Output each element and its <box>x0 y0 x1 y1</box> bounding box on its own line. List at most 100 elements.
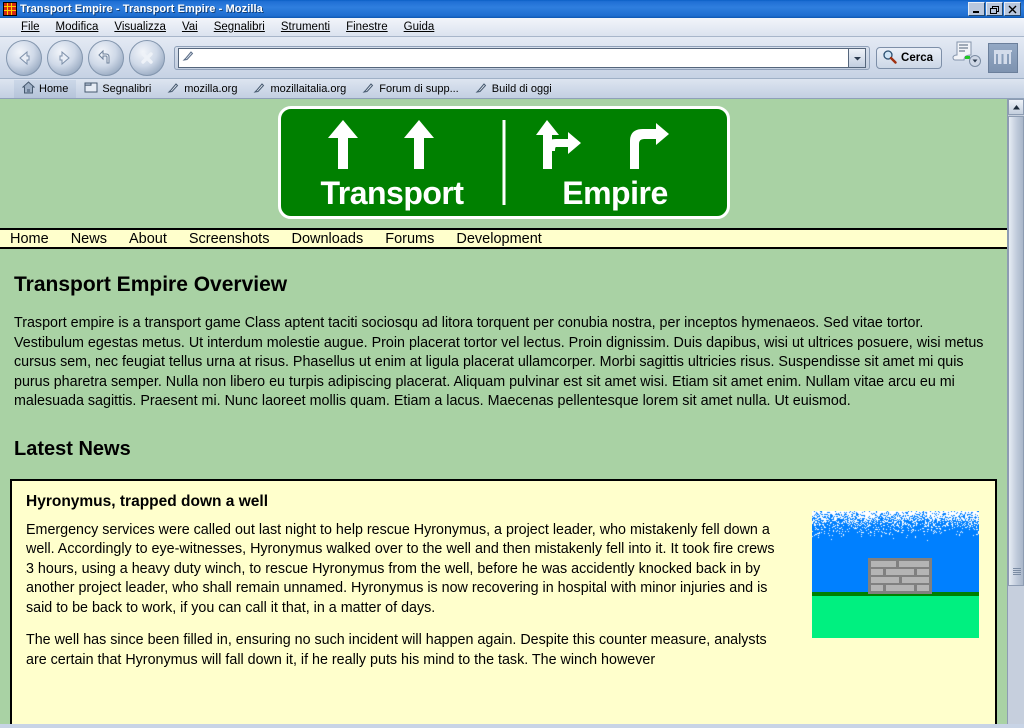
arrow-fork-up-right-icon <box>534 119 584 174</box>
site-navigation: Home News About Screenshots Downloads Fo… <box>0 228 1007 249</box>
bookmark-home[interactable]: Home <box>14 80 76 98</box>
menu-file-label: File <box>21 21 40 33</box>
close-button[interactable] <box>1004 2 1021 16</box>
bookmark-mozillaitalia-org[interactable]: mozillaitalia.org <box>245 81 354 97</box>
bookmark-segnalibri[interactable]: Segnalibri <box>76 81 159 96</box>
magnifier-icon <box>882 49 897 67</box>
stop-icon <box>137 48 157 68</box>
menu-segnalibri-label: Segnalibri <box>214 21 265 33</box>
sitenav-item-news[interactable]: News <box>71 231 121 247</box>
menu-segnalibri[interactable]: Segnalibri <box>207 20 272 34</box>
sign-left-label: Transport <box>281 175 504 212</box>
arrow-up-icon <box>325 119 361 174</box>
sitenav-item-downloads[interactable]: Downloads <box>291 231 377 247</box>
menu-vai-label: Vai <box>182 21 198 33</box>
site-banner: Transport Empire <box>0 99 1007 219</box>
window-controls <box>968 2 1022 16</box>
chevron-down-icon <box>853 49 862 67</box>
window-title: Transport Empire - Transport Empire - Mo… <box>20 3 263 15</box>
menu-finestre[interactable]: Finestre <box>339 20 395 34</box>
news-article-title: Hyronymus, trapped down a well <box>26 493 981 511</box>
menu-modifica-label: Modifica <box>56 21 99 33</box>
arrow-up-icon <box>401 119 437 174</box>
bookmark-mozillaitalia-org-label: mozillaitalia.org <box>270 83 346 95</box>
bookmark-build-di-oggi[interactable]: Build di oggi <box>467 81 560 97</box>
vertical-scrollbar[interactable] <box>1007 99 1024 724</box>
mozilla-logo-icon[interactable] <box>988 43 1018 73</box>
menu-visualizza[interactable]: Visualizza <box>107 20 173 34</box>
print-button[interactable] <box>950 42 984 74</box>
scrollbar-thumb[interactable] <box>1008 116 1024 586</box>
back-arrow-icon <box>14 48 34 68</box>
mozilla-app-icon[interactable] <box>3 2 17 16</box>
menu-visualizza-label: Visualizza <box>114 21 166 33</box>
road-sign-logo[interactable]: Transport Empire <box>278 106 730 219</box>
sign-right-arrows <box>504 109 727 171</box>
sign-right-label: Empire <box>504 175 727 212</box>
bookmark-segnalibri-label: Segnalibri <box>102 83 151 95</box>
sign-left-arrows <box>281 109 504 171</box>
latest-news-heading: Latest News <box>14 438 993 461</box>
menu-finestre-label: Finestre <box>346 21 388 33</box>
reload-button[interactable] <box>88 40 124 76</box>
restore-button[interactable] <box>986 2 1003 16</box>
menu-strumenti[interactable]: Strumenti <box>274 20 337 34</box>
page-title: Transport Empire Overview <box>14 273 993 297</box>
search-button[interactable]: Cerca <box>876 47 942 69</box>
url-input[interactable] <box>198 50 848 66</box>
web-page: Transport Empire Home News About Screens… <box>0 99 1007 724</box>
bookmark-home-label: Home <box>39 83 68 95</box>
navigation-toolbar: Cerca <box>0 37 1024 79</box>
news-article-paragraph-1: Emergency services were called out last … <box>26 521 776 619</box>
well-structure <box>868 558 932 594</box>
sitenav-item-about[interactable]: About <box>129 231 181 247</box>
bookmark-forum-supporto[interactable]: Forum di supp... <box>354 81 466 97</box>
menu-vai[interactable]: Vai <box>175 20 205 34</box>
forward-button[interactable] <box>47 40 83 76</box>
sign-left-half: Transport <box>281 109 504 216</box>
sitenav-item-screenshots[interactable]: Screenshots <box>189 231 284 247</box>
stop-button[interactable] <box>129 40 165 76</box>
forward-arrow-icon <box>55 48 75 68</box>
menu-guida[interactable]: Guida <box>397 20 442 34</box>
menu-file[interactable]: File <box>14 20 47 34</box>
scrollbar-grip <box>1013 568 1021 575</box>
reload-icon <box>96 48 116 68</box>
page-icon <box>182 49 195 67</box>
bookmark-mozilla-org-label: mozilla.org <box>184 83 237 95</box>
folder-icon <box>84 81 98 96</box>
bookmark-icon <box>167 81 180 97</box>
sign-right-half: Empire <box>504 109 727 216</box>
pixel-art-well-illustration <box>812 511 979 638</box>
bookmark-icon <box>362 81 375 97</box>
url-dropdown-button[interactable] <box>848 48 866 68</box>
bookmark-mozilla-org[interactable]: mozilla.org <box>159 81 245 97</box>
sitenav-item-home[interactable]: Home <box>10 231 63 247</box>
bookmark-build-di-oggi-label: Build di oggi <box>492 83 552 95</box>
sitenav-item-development[interactable]: Development <box>456 231 555 247</box>
menu-strumenti-label: Strumenti <box>281 21 330 33</box>
bookmark-forum-supporto-label: Forum di supp... <box>379 83 458 95</box>
url-bar[interactable] <box>178 48 848 68</box>
arrow-turn-right-icon <box>626 123 670 174</box>
overview-paragraph: Trasport empire is a transport game Clas… <box>14 314 993 412</box>
home-icon <box>22 81 35 97</box>
minimize-button[interactable] <box>968 2 985 16</box>
url-bar-container <box>174 46 870 70</box>
browser-viewport: Transport Empire Home News About Screens… <box>0 99 1024 724</box>
bookmark-icon <box>253 81 266 97</box>
menu-bar: File Modifica Visualizza Vai Segnalibri … <box>0 18 1024 37</box>
sky-noise <box>812 511 979 543</box>
news-article-box: Hyronymus, trapped down a well Emergency… <box>10 479 997 725</box>
news-article-paragraph-2: The well has since been filled in, ensur… <box>26 631 776 670</box>
print-icon <box>951 39 983 74</box>
sitenav-item-forums[interactable]: Forums <box>385 231 448 247</box>
menu-guida-label: Guida <box>404 21 435 33</box>
scroll-up-button[interactable] <box>1008 99 1024 115</box>
title-bar: Transport Empire - Transport Empire - Mo… <box>0 0 1024 18</box>
menu-modifica[interactable]: Modifica <box>49 20 106 34</box>
grass-field <box>812 596 979 638</box>
search-button-label: Cerca <box>901 52 933 64</box>
bookmark-icon <box>475 81 488 97</box>
back-button[interactable] <box>6 40 42 76</box>
